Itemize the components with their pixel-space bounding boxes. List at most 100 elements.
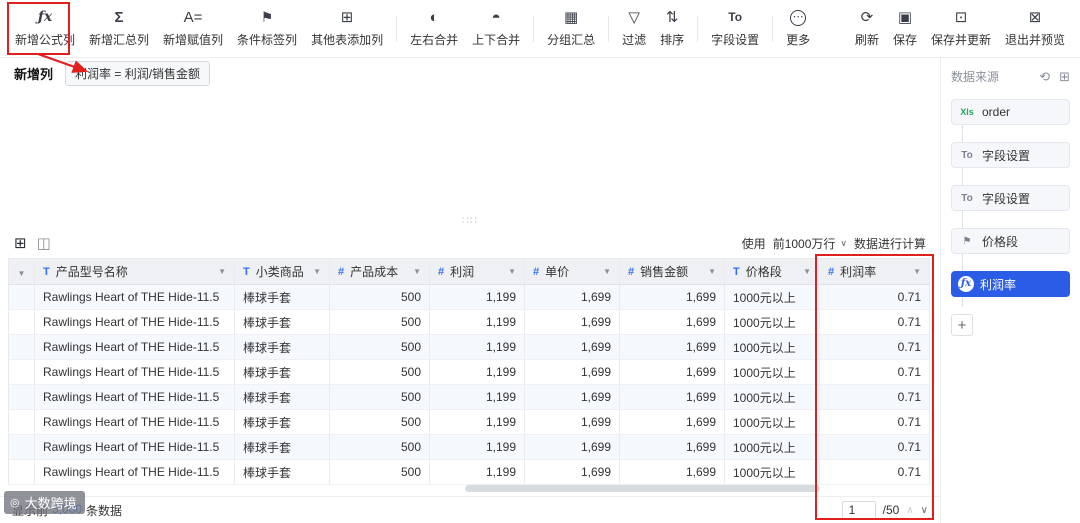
cell-profit-rate: 0.71 <box>819 434 930 460</box>
column-header-sales-amount[interactable]: # 销售金额 ▼ <box>619 258 725 285</box>
column-header-subcategory[interactable]: T 小类商品 ▼ <box>234 258 330 285</box>
row-selector-cell[interactable] <box>8 459 35 485</box>
card-view-icon[interactable]: ◫ <box>37 236 51 251</box>
drag-handle[interactable]: ∷∷ <box>462 214 478 227</box>
toolbar-button-group-summary[interactable]: ▦ 分组汇总 <box>540 0 602 57</box>
cell-product-cost: 500 <box>329 284 430 310</box>
column-header-profit-rate[interactable]: # 利润率 ▼ <box>819 258 930 285</box>
column-label: 利润率 <box>840 265 877 279</box>
sidebar-data-source: 数据来源 ⟲ ⊞ Xls order To 字段设置 To 字段设置 ⚑ 价格段 ƒx 利润率 + <box>940 58 1080 523</box>
header-cell: # 单价 ▼ <box>533 263 611 280</box>
field-type-icon: # <box>533 265 540 278</box>
toolbar-button-save[interactable]: ▣ 保存 <box>886 0 924 57</box>
header-cell: # 销售金额 ▼ <box>628 263 716 280</box>
history-icon[interactable]: ⟲ <box>1039 69 1050 85</box>
chevron-down-icon: ∨ <box>840 237 847 248</box>
toolbar-button-add-assignment-column[interactable]: A= 新增赋值列 <box>156 0 230 57</box>
row-selector-cell[interactable] <box>8 334 35 360</box>
toolbar-button-field-settings[interactable]: To 字段设置 <box>704 0 766 57</box>
column-header-product-model-name[interactable]: T 产品型号名称 ▼ <box>34 258 235 285</box>
node-field-settings-2[interactable]: To 字段设置 <box>951 185 1070 211</box>
layout-icon[interactable]: ⊞ <box>1059 69 1070 85</box>
usage-settings: 使用 前1000万行 ∨ 数据进行计算 <box>742 235 926 252</box>
toolbar-button-add-column-from-other-table[interactable]: ⊞ 其他表添加列 <box>304 0 390 57</box>
toolbar-button-add-summary-column[interactable]: Σ 新增汇总列 <box>82 0 156 57</box>
filter-caret-icon: ▼ <box>508 267 516 276</box>
exit-preview-icon: ⊠ <box>1028 9 1042 26</box>
node-profit-rate[interactable]: ƒx 利润率 <box>951 271 1070 297</box>
toolbar-separator <box>772 15 774 42</box>
toolbar-left: ƒx 新增公式列 Σ 新增汇总列 A= 新增赋值列 ⚑ 条件标签列 ⊞ 其他表添加列 ◐ 左右合并 ◓ 上… <box>8 0 817 57</box>
fx-icon: ƒx <box>37 9 53 25</box>
row-limit-select[interactable]: 前1000万行 ∨ <box>773 235 847 252</box>
cell-profit: 1,199 <box>429 334 525 360</box>
column-header-unit-price[interactable]: # 单价 ▼ <box>524 258 620 285</box>
top-toolbar: ƒx 新增公式列 Σ 新增汇总列 A= 新增赋值列 ⚑ 条件标签列 ⊞ 其他表添加列 ◐ 左右合并 ◓ 上… <box>0 0 1080 58</box>
toolbar-button-filter[interactable]: ▽ 过滤 <box>615 0 653 57</box>
cell-profit: 1,199 <box>429 384 525 410</box>
column-label: 价格段 <box>745 265 782 279</box>
toolbar-button-add-formula-column[interactable]: ƒx 新增公式列 <box>8 0 82 57</box>
cell-sales-amount: 1,699 <box>619 334 725 360</box>
usage-prefix: 使用 <box>741 236 766 251</box>
column-header-profit[interactable]: # 利润 ▼ <box>429 258 525 285</box>
filter-caret-icon: ▼ <box>913 267 921 276</box>
row-selector-cell[interactable] <box>8 309 35 335</box>
page-up-icon[interactable]: ∧ <box>906 505 913 516</box>
toolbar-button-exit-and-preview[interactable]: ⊠ 退出并预览 <box>998 0 1072 57</box>
cell-unit-price: 1,699 <box>524 334 620 360</box>
toolbar-button-refresh[interactable]: ⟳ 刷新 <box>848 0 886 57</box>
table-row: Rawlings Heart of THE Hide-11.5 棒球手套 500 1,… <box>8 384 930 410</box>
table-view-icon[interactable]: ⊞ <box>14 236 27 251</box>
row-selector-cell[interactable] <box>8 409 35 435</box>
group-sum-icon: ▦ <box>564 9 579 26</box>
column-header-price-band[interactable]: T 价格段 ▼ <box>724 258 820 285</box>
page-input[interactable]: 1 <box>841 500 876 520</box>
node-order[interactable]: Xls order <box>951 99 1070 125</box>
header-cell: # 产品成本 ▼ <box>338 263 421 280</box>
more-icon: ⋯ <box>790 9 807 26</box>
toolbar-button-merge-left-right[interactable]: ◐ 左右合并 <box>403 0 465 57</box>
cell-profit-rate: 0.71 <box>819 284 930 310</box>
toolbar-button-save-and-update[interactable]: ⊡ 保存并更新 <box>924 0 998 57</box>
formula-tag[interactable]: 利润率 = 利润/销售金额 <box>65 60 211 86</box>
save-update-icon: ⊡ <box>954 9 968 26</box>
horizontal-scrollbar[interactable] <box>465 485 820 492</box>
column-header-product-cost[interactable]: # 产品成本 ▼ <box>329 258 430 285</box>
cell-product-cost: 500 <box>329 409 430 435</box>
field-type-icon: T <box>733 265 740 278</box>
table-toolbar: ⊞ ◫ 使用 前1000万行 ∨ 数据进行计算 <box>0 228 940 258</box>
filter-caret-icon: ▼ <box>603 267 611 276</box>
node-field-settings-1[interactable]: To 字段设置 <box>951 142 1070 168</box>
toolbar-button-conditional-tag-column[interactable]: ⚑ 条件标签列 <box>230 0 304 57</box>
table-footer: 显示前 5,000 条数据 1 /50 ∧ ∨ <box>0 496 940 523</box>
refresh-icon: ⟳ <box>860 9 874 26</box>
row-selector-cell[interactable] <box>8 284 35 310</box>
subheader: 新增列 利润率 = 利润/销售金额 <box>0 58 940 88</box>
row-selector-cell[interactable] <box>8 434 35 460</box>
node-price-band[interactable]: ⚑ 价格段 <box>951 228 1070 254</box>
table-row: Rawlings Heart of THE Hide-11.5 棒球手套 500 1,… <box>8 309 930 335</box>
data-source-title: 数据来源 <box>951 70 1000 84</box>
toolbar-button-merge-top-bottom[interactable]: ◓ 上下合并 <box>465 0 527 57</box>
toolbar-label: 保存 <box>892 33 917 47</box>
cell-unit-price: 1,699 <box>524 434 620 460</box>
tag-icon: ⚑ <box>962 235 972 247</box>
row-selector-cell[interactable] <box>8 384 35 410</box>
chevron-down-icon: ▼ <box>17 268 26 278</box>
page-down-icon[interactable]: ∨ <box>921 505 928 516</box>
cell-unit-price: 1,699 <box>524 284 620 310</box>
cell-unit-price: 1,699 <box>524 459 620 485</box>
toolbar-button-more[interactable]: ⋯ 更多 <box>779 0 817 57</box>
column-label: 产品成本 <box>350 265 399 279</box>
header-cell: # 利润 ▼ <box>438 263 516 280</box>
toolbar-button-sort[interactable]: ⇅ 排序 <box>653 0 691 57</box>
main-content: 新增列 利润率 = 利润/销售金额 ∷∷ ⊞ ◫ 使用 前1000万行 ∨ 数据… <box>0 58 940 523</box>
cell-profit-rate: 0.71 <box>819 359 930 385</box>
row-selector-header[interactable]: ▼ <box>8 258 35 285</box>
cell-subcategory: 棒球手套 <box>234 334 330 360</box>
add-step-button[interactable]: + <box>951 314 973 336</box>
toolbar-label: 上下合并 <box>472 33 521 47</box>
row-selector-cell[interactable] <box>8 359 35 385</box>
field-icon: To <box>961 149 973 161</box>
